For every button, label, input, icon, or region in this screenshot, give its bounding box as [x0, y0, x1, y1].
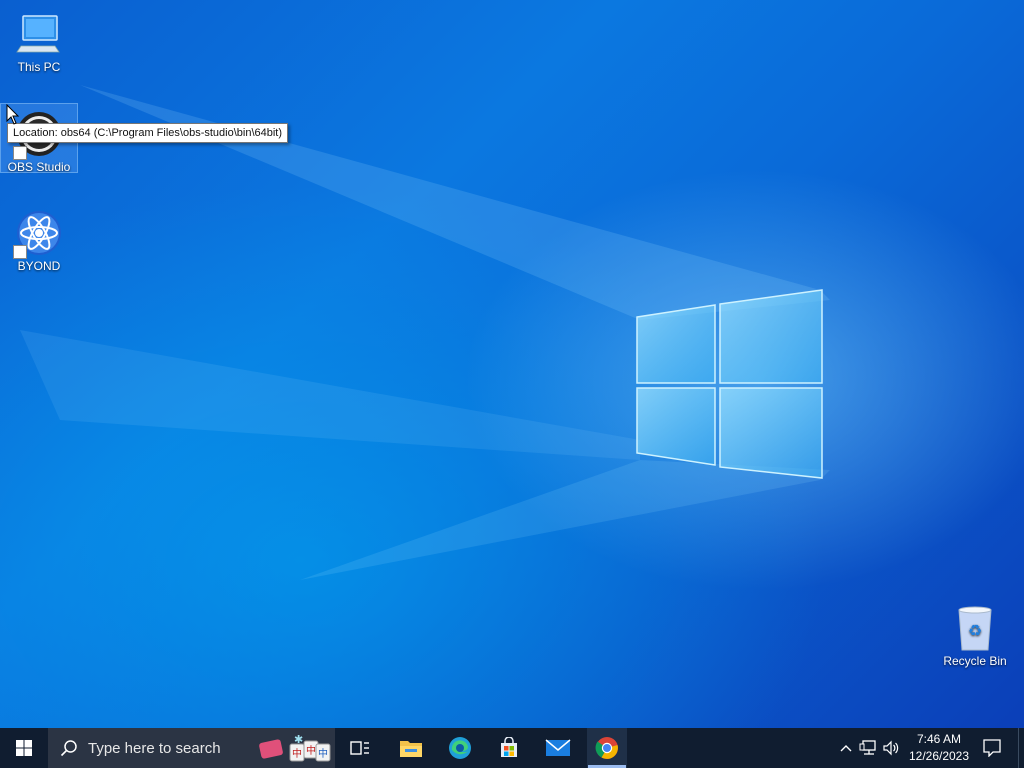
taskbar-file-explorer[interactable]: [390, 728, 432, 768]
svg-text:♻: ♻: [968, 621, 982, 640]
show-hidden-icons-button[interactable]: [836, 744, 856, 752]
mahjong-highlight-icon: 中 中 中 ✱: [259, 734, 331, 762]
edge-icon: [449, 737, 471, 759]
desktop-icon-label: This PC: [17, 60, 61, 74]
byond-icon: [13, 209, 63, 259]
chevron-up-icon: [840, 745, 852, 752]
windows-wallpaper-logo: [636, 289, 823, 479]
clock-date: 12/26/2023: [908, 749, 970, 763]
desktop-icon-label: OBS Studio: [7, 160, 71, 174]
desktop-icon-recycle-bin[interactable]: ♻ Recycle Bin: [937, 598, 1013, 668]
mouse-cursor-icon: [6, 104, 20, 125]
taskbar-store[interactable]: [488, 728, 530, 768]
start-button[interactable]: [0, 728, 48, 768]
chrome-icon: [595, 737, 618, 759]
recycle-bin-icon: ♻: [951, 604, 999, 652]
store-icon: [501, 737, 517, 757]
wallpaper-beams: [20, 85, 830, 580]
file-explorer-icon: [400, 741, 422, 757]
search-icon: [60, 740, 77, 757]
svg-text:中: 中: [292, 747, 302, 760]
taskbar-edge[interactable]: [439, 728, 481, 768]
desktop-icon-this-pc[interactable]: This PC: [1, 4, 77, 74]
taskbar-chrome[interactable]: [587, 728, 627, 768]
desktop-icon-label: BYOND: [17, 259, 61, 273]
network-icon: [859, 740, 876, 755]
taskbar-mail[interactable]: [537, 728, 579, 768]
windows-start-icon: [16, 740, 32, 756]
desktop-icon-byond[interactable]: BYOND: [1, 203, 77, 273]
desktop[interactable]: This PC OBS Studio BYOND ♻ Recycle Bin: [0, 0, 1024, 728]
svg-text:中: 中: [318, 747, 328, 760]
search-box[interactable]: Type here to search 中 中 中 ✱: [48, 728, 335, 768]
mail-icon: [545, 739, 571, 756]
location-tooltip: Location: obs64 (C:\Program Files\obs-st…: [7, 123, 289, 143]
desktop-icon-label: Recycle Bin: [943, 654, 1007, 668]
show-desktop-button[interactable]: [1018, 728, 1024, 768]
action-center-button[interactable]: [978, 728, 1006, 768]
notification-icon: [983, 739, 1001, 757]
volume-button[interactable]: [880, 740, 904, 756]
task-view-icon: [350, 741, 369, 755]
computer-icon: [15, 10, 63, 58]
task-view-button[interactable]: [338, 728, 382, 768]
svg-text:中: 中: [306, 744, 316, 757]
search-placeholder: Type here to search: [88, 739, 221, 757]
taskbar-clock[interactable]: 7:46 AM 12/26/2023: [904, 731, 974, 765]
svg-text:✱: ✱: [294, 734, 303, 746]
shortcut-arrow-icon: [13, 245, 27, 259]
volume-icon: [883, 740, 899, 756]
system-tray: [836, 728, 904, 768]
shortcut-arrow-icon: [13, 146, 27, 160]
clock-time: 7:46 AM: [916, 732, 962, 746]
network-button[interactable]: [856, 740, 880, 756]
